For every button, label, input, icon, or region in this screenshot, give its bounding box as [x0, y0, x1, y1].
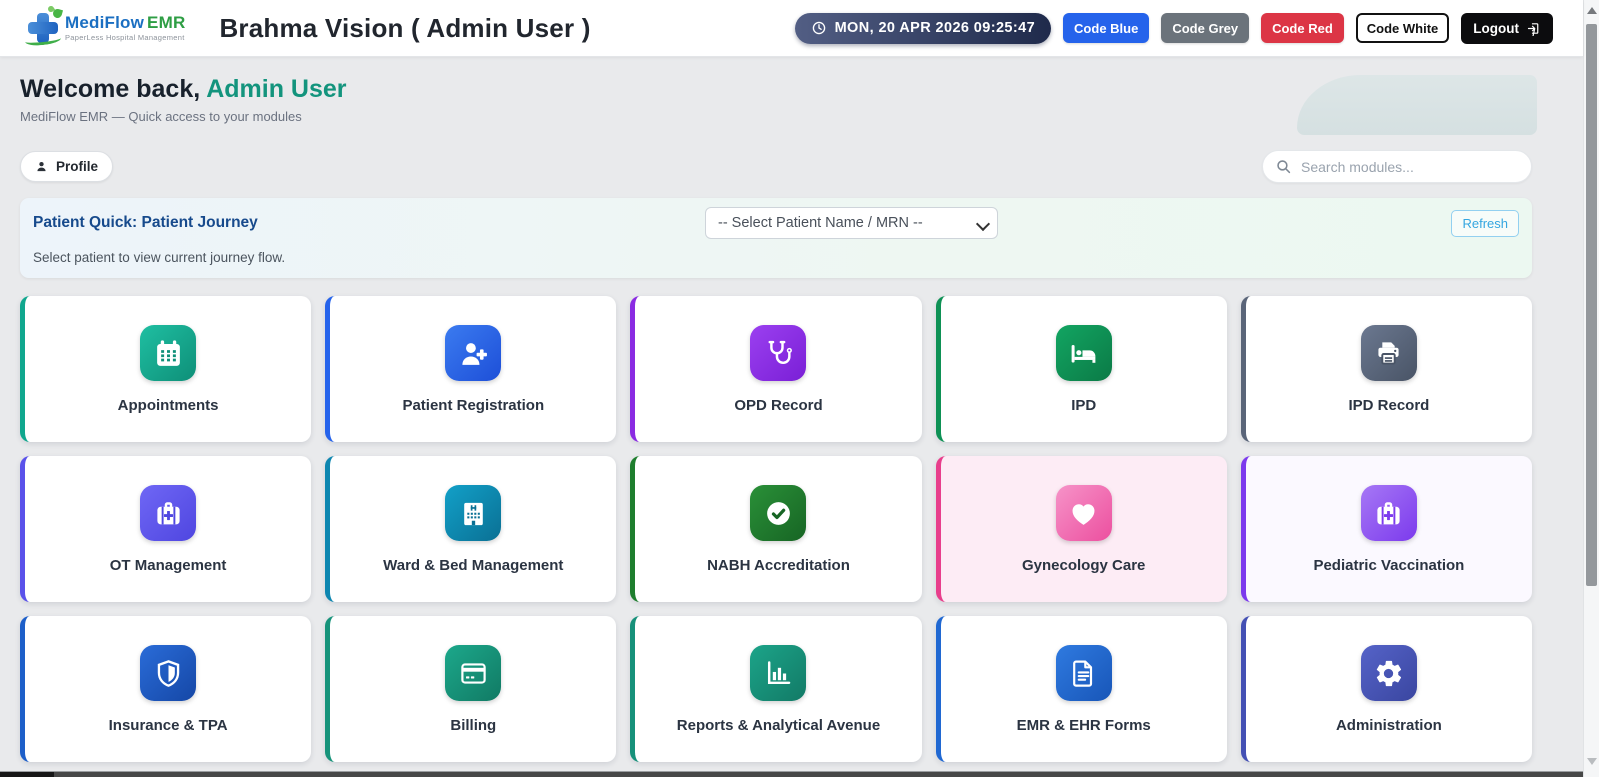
- app-logo: MediFlow EMR PaperLess Hospital Managemen…: [24, 4, 186, 47]
- logout-icon: [1526, 21, 1541, 36]
- code-button-code-red[interactable]: Code Red: [1261, 13, 1344, 43]
- scrollbar-thumb[interactable]: [1586, 24, 1597, 586]
- module-card-ipd-record[interactable]: IPD Record: [1240, 296, 1532, 442]
- module-card-billing[interactable]: Billing: [325, 616, 617, 762]
- module-label: IPD: [1071, 397, 1097, 414]
- shield-icon: [140, 645, 197, 701]
- stethoscope-icon: [750, 325, 807, 381]
- module-card-patient-registration[interactable]: Patient Registration: [325, 296, 617, 442]
- patient-select[interactable]: -- Select Patient Name / MRN --: [705, 207, 998, 239]
- page-title: Brahma Vision ( Admin User ): [219, 12, 591, 43]
- logo-cross-icon: [24, 4, 64, 47]
- user-plus-icon: [445, 325, 502, 381]
- patient-journey-panel: Patient Quick: Patient Journey Select pa…: [20, 198, 1532, 278]
- datetime-text: MON, 20 APR 2026 09:25:47: [834, 20, 1036, 36]
- module-card-ward-bed-management[interactable]: Ward & Bed Management: [325, 456, 617, 602]
- module-card-pediatric-vaccination[interactable]: Pediatric Vaccination: [1240, 456, 1532, 602]
- module-card-ot-management[interactable]: OT Management: [20, 456, 312, 602]
- module-label: Reports & Analytical Avenue: [676, 717, 881, 734]
- module-label: EMR & EHR Forms: [1016, 717, 1151, 734]
- code-button-code-blue[interactable]: Code Blue: [1063, 13, 1150, 43]
- module-card-insurance-tpa[interactable]: Insurance & TPA: [20, 616, 312, 762]
- file-text-icon: [1055, 645, 1112, 701]
- calendar-icon: [140, 325, 197, 381]
- gear-icon: [1360, 645, 1417, 701]
- module-label: Gynecology Care: [1022, 557, 1146, 574]
- logout-button[interactable]: Logout: [1461, 12, 1553, 44]
- module-label: IPD Record: [1348, 397, 1430, 414]
- window-bottom-edge: [0, 772, 1599, 777]
- heart-icon: [1055, 485, 1112, 541]
- module-card-reports-analytical-avenue[interactable]: Reports & Analytical Avenue: [630, 616, 922, 762]
- hospital-icon: [445, 485, 502, 541]
- vertical-scrollbar[interactable]: [1583, 0, 1599, 777]
- module-card-ipd[interactable]: IPD: [935, 296, 1227, 442]
- module-label: Pediatric Vaccination: [1313, 557, 1465, 574]
- welcome-heading: Welcome back, Admin User: [20, 75, 347, 103]
- credit-card-icon: [445, 645, 502, 701]
- printer-icon: [1360, 325, 1417, 381]
- search-box: [1262, 150, 1532, 183]
- bed-icon: [1055, 325, 1112, 381]
- module-label: Administration: [1335, 717, 1442, 734]
- main-content: Welcome back, Admin User MediFlow EMR — …: [0, 57, 1583, 777]
- modules-grid: Appointments Patient Registration OPD Re…: [20, 296, 1532, 762]
- module-label: Ward & Bed Management: [383, 557, 564, 574]
- module-label: NABH Accreditation: [707, 557, 850, 574]
- module-card-administration[interactable]: Administration: [1240, 616, 1532, 762]
- patient-select-wrap: -- Select Patient Name / MRN --: [705, 207, 998, 239]
- refresh-button[interactable]: Refresh: [1451, 210, 1519, 237]
- logo-brand: MediFlow EMR: [65, 13, 186, 33]
- app-header: MediFlow EMR PaperLess Hospital Managemen…: [0, 0, 1583, 57]
- module-card-nabh-accreditation[interactable]: NABH Accreditation: [630, 456, 922, 602]
- decorative-banner: [1297, 75, 1537, 135]
- medkit-icon: [140, 485, 197, 541]
- profile-button[interactable]: Profile: [20, 151, 114, 182]
- scroll-down-arrow-icon[interactable]: [1587, 758, 1597, 765]
- code-button-code-grey[interactable]: Code Grey: [1161, 13, 1250, 43]
- person-icon: [35, 160, 48, 173]
- patient-journey-title: Patient Quick: Patient Journey: [33, 214, 258, 231]
- module-card-emr-ehr-forms[interactable]: EMR & EHR Forms: [935, 616, 1227, 762]
- module-label: Insurance & TPA: [108, 717, 228, 734]
- code-button-code-white[interactable]: Code White: [1355, 13, 1450, 43]
- search-input[interactable]: [1262, 150, 1532, 183]
- code-buttons: Code Blue Code Grey Code Red Code White: [1063, 13, 1450, 43]
- module-label: OT Management: [109, 557, 227, 574]
- welcome-subtitle: MediFlow EMR — Quick access to your modu…: [20, 109, 302, 124]
- module-label: Appointments: [117, 397, 219, 414]
- check-circle-icon: [750, 485, 807, 541]
- module-label: Patient Registration: [402, 397, 545, 414]
- module-card-appointments[interactable]: Appointments: [20, 296, 312, 442]
- logo-tagline: PaperLess Hospital Management: [65, 33, 185, 43]
- datetime-badge: MON, 20 APR 2026 09:25:47: [794, 12, 1052, 44]
- patient-journey-hint: Select patient to view current journey f…: [33, 250, 286, 265]
- module-card-opd-record[interactable]: OPD Record: [630, 296, 922, 442]
- medkit-icon: [1360, 485, 1417, 541]
- app-window: MediFlow EMR PaperLess Hospital Managemen…: [0, 0, 1599, 777]
- bar-chart-icon: [750, 645, 807, 701]
- module-label: OPD Record: [734, 397, 823, 414]
- search-icon: [1275, 158, 1292, 175]
- scroll-up-arrow-icon[interactable]: [1587, 7, 1597, 14]
- module-card-gynecology-care[interactable]: Gynecology Care: [935, 456, 1227, 602]
- clock-icon: [811, 20, 827, 36]
- welcome-user-name: Admin User: [200, 75, 347, 103]
- module-label: Billing: [450, 717, 497, 734]
